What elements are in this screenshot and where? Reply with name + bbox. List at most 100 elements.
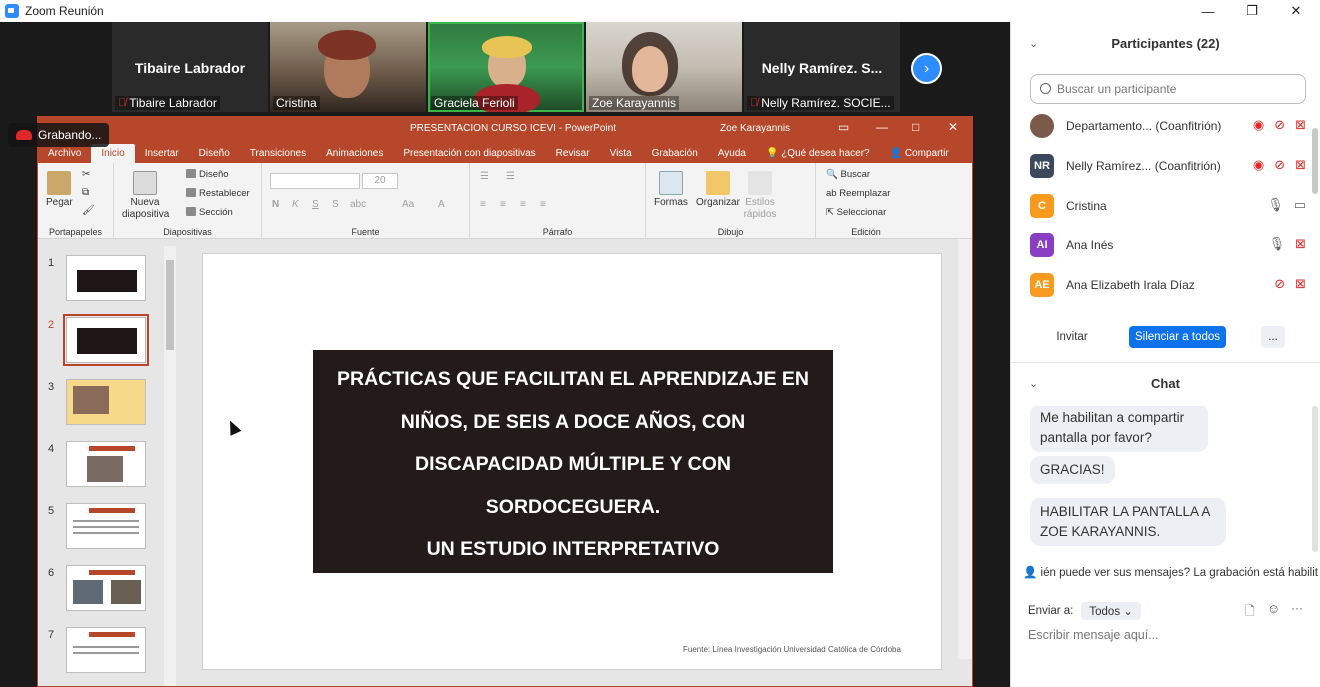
new-slide-icon	[133, 171, 157, 195]
participant-video	[632, 46, 668, 92]
strikethrough-button[interactable]: abc	[350, 199, 366, 210]
ppt-close-button[interactable]: ✕	[948, 120, 958, 134]
layout-button[interactable]: Diseño	[186, 169, 229, 180]
tab-animaciones[interactable]: Animaciones	[316, 144, 393, 163]
participant-row[interactable]: AE Ana Elizabeth Irala Díaz ⊘ ⊠	[1030, 270, 1316, 300]
font-name-select[interactable]	[270, 173, 360, 189]
chat-message-input[interactable]: Escribir mensaje aquí...	[1028, 628, 1159, 642]
ribbon-display-icon[interactable]: ▭	[838, 120, 849, 134]
tab-grabacion[interactable]: Grabación	[642, 144, 708, 163]
more-icon[interactable]: ···	[1291, 601, 1303, 615]
shadow-button[interactable]: S	[332, 199, 339, 210]
ppt-maximize-button[interactable]: □	[912, 120, 919, 134]
video-tile[interactable]: Cristina	[270, 22, 426, 112]
recording-icon: ◉	[1252, 117, 1265, 132]
ribbon-group-fuente: 20 N K S S abc Aa A Fuente	[262, 163, 470, 239]
lightbulb-icon: 💡	[765, 148, 779, 159]
recording-indicator[interactable]: Grabando...	[8, 123, 110, 147]
format-painter-icon[interactable]: 🖌	[82, 205, 95, 216]
participant-row[interactable]: AI Ana Inés 🎙 ⊠	[1030, 230, 1316, 260]
change-case-button[interactable]: Aa	[402, 199, 414, 210]
shapes-button[interactable]: Formas	[654, 171, 688, 208]
justify-icon[interactable]: ≡	[540, 199, 546, 210]
group-label: Dibujo	[717, 227, 744, 237]
tile-label: Graciela Ferioli	[431, 96, 518, 110]
tab-ayuda[interactable]: Ayuda	[708, 144, 756, 163]
video-tile[interactable]: Tibaire Labrador 🎙̸ Tibaire Labrador	[112, 22, 268, 112]
slide-thumbnail[interactable]	[66, 379, 146, 425]
minimize-button[interactable]: —	[1186, 0, 1230, 22]
tab-presentacion[interactable]: Presentación con diapositivas	[393, 144, 545, 163]
tab-diseno[interactable]: Diseño	[189, 144, 240, 163]
quick-styles-button[interactable]: Estilos rápidos	[742, 171, 778, 221]
slide-thumbnail-selected[interactable]	[63, 314, 149, 366]
chat-scrollbar[interactable]	[1312, 406, 1318, 552]
align-left-icon[interactable]: ≡	[480, 199, 486, 210]
tab-insertar[interactable]: Insertar	[135, 144, 189, 163]
slide-thumbnail[interactable]	[66, 503, 146, 549]
video-tile[interactable]: Zoe Karayannis	[586, 22, 742, 112]
mute-all-button[interactable]: Silenciar a todos	[1129, 326, 1226, 348]
next-page-icon[interactable]: ›	[911, 53, 942, 84]
tab-revisar[interactable]: Revisar	[546, 144, 600, 163]
emoji-icon[interactable]: ☺	[1267, 601, 1280, 616]
bold-button[interactable]: N	[272, 199, 279, 210]
paste-button[interactable]: Pegar	[46, 171, 73, 208]
slide-scrollbar[interactable]	[958, 239, 972, 659]
file-icon[interactable]: 🗋	[1245, 602, 1255, 623]
slide-thumbnail[interactable]	[66, 627, 146, 673]
video-tile-active-speaker[interactable]: Graciela Ferioli	[428, 22, 584, 112]
font-size-select[interactable]: 20	[362, 173, 398, 189]
italic-button[interactable]: K	[292, 199, 299, 210]
align-center-icon[interactable]: ≡	[500, 199, 506, 210]
cut-icon[interactable]: ✂	[82, 169, 90, 180]
tab-transiciones[interactable]: Transiciones	[240, 144, 316, 163]
bullets-icon[interactable]: ☰	[480, 171, 489, 182]
font-color-button[interactable]: A	[438, 199, 445, 210]
slide-title-box[interactable]: PRÁCTICAS QUE FACILITAN EL APRENDIZAJE E…	[313, 350, 833, 573]
arrange-button[interactable]: Organizar	[696, 171, 740, 208]
chevron-down-icon[interactable]: ⌄	[1029, 369, 1038, 399]
chat-visibility-notice[interactable]: 👤 ién puede ver sus mensajes? La grabaci…	[1023, 565, 1320, 579]
new-slide-button[interactable]: Nueva diapositiva	[122, 171, 169, 221]
numbering-icon[interactable]: ☰	[506, 171, 515, 182]
video-tile[interactable]: Nelly Ramírez. S... 🎙̸ Nelly Ramírez. SOC…	[744, 22, 900, 112]
chevron-down-icon[interactable]: ⌄	[1029, 29, 1038, 59]
group-label: Fuente	[351, 227, 380, 237]
slide-thumbnail[interactable]	[66, 441, 146, 487]
scrollbar-thumb[interactable]	[166, 260, 174, 350]
underline-button[interactable]: S	[312, 199, 319, 210]
replace-button[interactable]: ab Reemplazar	[826, 188, 890, 199]
ppt-minimize-button[interactable]: —	[876, 120, 888, 134]
send-to-label: Enviar a:	[1028, 605, 1074, 617]
more-options-button[interactable]: ...	[1261, 326, 1285, 348]
thumbnail-scrollbar[interactable]	[164, 246, 176, 686]
reset-button[interactable]: Restablecer	[186, 188, 250, 199]
maximize-button[interactable]: ❐	[1230, 0, 1274, 22]
participant-row[interactable]: Departamento... (Coanfitrión) ◉ ⊘ ⊠	[1030, 111, 1316, 141]
tab-vista[interactable]: Vista	[600, 144, 642, 163]
avatar: C	[1030, 194, 1054, 218]
participant-row[interactable]: NR Nelly Ramírez... (Coanfitrión) ◉ ⊘ ⊠	[1030, 151, 1316, 181]
ppt-user-name: Zoe Karayannis	[720, 123, 791, 134]
thumbnail-content	[89, 508, 135, 513]
participant-search-input[interactable]: Buscar un participante	[1030, 74, 1306, 104]
send-to-dropdown[interactable]: Todos ⌄	[1081, 602, 1141, 620]
share-button[interactable]: 👤 Compartir	[880, 144, 959, 163]
thumbnail-content	[73, 580, 103, 604]
invite-button[interactable]: Invitar	[1049, 326, 1095, 348]
slide-thumbnail[interactable]	[66, 255, 146, 301]
close-button[interactable]: ✕	[1274, 0, 1318, 22]
thumbnail-content	[87, 456, 123, 482]
align-right-icon[interactable]: ≡	[520, 199, 526, 210]
select-button[interactable]: ⇱ Seleccionar	[826, 207, 886, 218]
copy-icon[interactable]: ⧉	[82, 187, 89, 198]
find-button[interactable]: 🔍 Buscar	[826, 169, 870, 180]
current-slide[interactable]: PRÁCTICAS QUE FACILITAN EL APRENDIZAJE E…	[202, 253, 942, 670]
slide-thumbnail[interactable]	[66, 565, 146, 611]
participant-row[interactable]: C Cristina 🎙 ▭	[1030, 191, 1316, 221]
participants-scrollbar[interactable]	[1312, 128, 1318, 194]
section-button[interactable]: Sección	[186, 207, 233, 218]
tile-label: 🎙̸ Nelly Ramírez. SOCIE...	[747, 96, 894, 110]
tell-me-search[interactable]: 💡 ¿Qué desea hacer?	[756, 144, 880, 163]
